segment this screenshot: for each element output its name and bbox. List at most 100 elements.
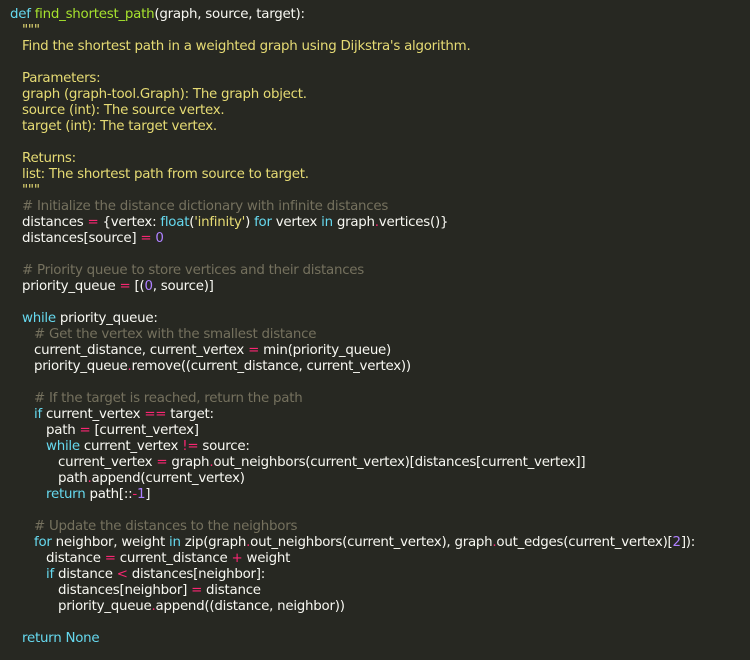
code-text: out_neighbors(current_vertex)[distances[…: [213, 455, 586, 470]
string-literal: 'infinity': [194, 215, 246, 230]
code-text: out_neighbors(current_vertex), graph: [250, 535, 493, 550]
code-line: target (int): The target vertex.: [0, 119, 750, 135]
code-text: [current_vertex]: [90, 423, 199, 438]
function-name: find_shortest_path: [34, 7, 155, 22]
code-text: vertices()}: [378, 215, 449, 230]
keyword: if: [46, 567, 54, 582]
operator: =: [156, 455, 168, 470]
comment: # Get the vertex with the smallest dista…: [34, 327, 317, 342]
code-line: """: [0, 183, 750, 199]
code-text: target:: [166, 407, 214, 422]
keyword: while: [22, 311, 56, 326]
operator: !=: [182, 439, 199, 454]
number-literal: 2: [672, 535, 682, 550]
code-text: ): [245, 215, 255, 230]
docstring: Returns:: [22, 151, 76, 166]
code-text: priority_queue:: [55, 311, 158, 326]
code-line: # Update the distances to the neighbors: [0, 519, 750, 535]
code-text: distances[neighbor]:: [127, 567, 266, 582]
operator: =: [119, 279, 131, 294]
code-text: path: [58, 471, 88, 486]
docstring: Find the shortest path in a weighted gra…: [22, 39, 471, 54]
operator: =: [140, 231, 152, 246]
code-line: Find the shortest path in a weighted gra…: [0, 39, 750, 55]
code-line: graph (graph-tool.Graph): The graph obje…: [0, 87, 750, 103]
docstring: """: [22, 183, 40, 198]
code-text: path[::: [85, 487, 133, 502]
code-text: , source)]: [152, 279, 214, 294]
comment: # If the target is reached, return the p…: [34, 391, 303, 406]
code-line: path = [current_vertex]: [0, 423, 750, 439]
code-text: {vertex:: [98, 215, 161, 230]
operator: =: [79, 423, 91, 438]
code-text: current_distance, current_vertex: [34, 343, 249, 358]
code-text: current_distance: [115, 551, 232, 566]
keyword: None: [65, 631, 100, 646]
keyword: float: [160, 215, 190, 230]
code-line: if distance < distances[neighbor]:: [0, 567, 750, 583]
docstring: Parameters:: [22, 71, 101, 86]
keyword: return: [22, 631, 62, 646]
code-line: # Get the vertex with the smallest dista…: [0, 327, 750, 343]
code-line: path.append(current_vertex): [0, 471, 750, 487]
code-text: distances[neighbor]: [58, 583, 192, 598]
code-text: [(: [130, 279, 145, 294]
code-text: out_edges(current_vertex)[: [496, 535, 673, 550]
number-literal: 0: [144, 279, 153, 294]
code-line: # Priority queue to store vertices and t…: [0, 263, 750, 279]
code-line: return path[::-1]: [0, 487, 750, 503]
keyword: in: [321, 215, 333, 230]
code-line: """: [0, 23, 750, 39]
code-editor[interactable]: def find_shortest_path(graph, source, ta…: [0, 0, 750, 660]
code-text: distance: [202, 583, 261, 598]
keyword: return: [46, 487, 86, 502]
comment: # Initialize the distance dictionary wit…: [22, 199, 389, 214]
code-line: current_vertex = graph.out_neighbors(cur…: [0, 455, 750, 471]
docstring: source (int): The source vertex.: [22, 103, 225, 118]
code-text: current_vertex: [41, 407, 145, 422]
operator: =: [87, 215, 99, 230]
comment: # Update the distances to the neighbors: [34, 519, 298, 534]
keyword: for: [254, 215, 272, 230]
code-line: list: The shortest path from source to t…: [0, 167, 750, 183]
code-line: return None: [0, 631, 750, 647]
operator: =: [191, 583, 203, 598]
code-text: min(priority_queue): [259, 343, 392, 358]
number-literal: 0: [155, 231, 164, 246]
keyword: for: [34, 535, 52, 550]
code-text: remove((current_distance, current_vertex…: [131, 359, 411, 374]
code-line: # If the target is reached, return the p…: [0, 391, 750, 407]
operator: <: [116, 567, 128, 582]
code-text: graph: [332, 215, 375, 230]
code-text: priority_queue: [58, 599, 152, 614]
code-text: distances: [22, 215, 88, 230]
code-line: Parameters:: [0, 71, 750, 87]
docstring: graph (graph-tool.Graph): The graph obje…: [22, 87, 307, 102]
code-line: current_distance, current_vertex = min(p…: [0, 343, 750, 359]
code-line: Returns:: [0, 151, 750, 167]
comment: # Priority queue to store vertices and t…: [22, 263, 365, 278]
code-text: distance: [53, 567, 117, 582]
code-text: zip(graph: [180, 535, 247, 550]
code-line: def find_shortest_path(graph, source, ta…: [0, 7, 750, 23]
code-line: distances = {vertex: float('infinity') f…: [0, 215, 750, 231]
code-text: priority_queue: [34, 359, 128, 374]
docstring: list: The shortest path from source to t…: [22, 167, 309, 182]
code-line: priority_queue.append((distance, neighbo…: [0, 599, 750, 615]
docstring: target (int): The target vertex.: [22, 119, 217, 134]
docstring: """: [22, 23, 40, 38]
code-text: weight: [242, 551, 291, 566]
code-line: # Initialize the distance dictionary wit…: [0, 199, 750, 215]
code-text: graph: [167, 455, 210, 470]
code-text: append((distance, neighbor)): [155, 599, 345, 614]
keyword: if: [34, 407, 42, 422]
code-line: while current_vertex != source:: [0, 439, 750, 455]
code-text: distances[source]: [22, 231, 141, 246]
code-text: vertex: [271, 215, 322, 230]
code-text: (graph, source, target):: [154, 7, 305, 22]
code-line: for neighbor, weight in zip(graph.out_ne…: [0, 535, 750, 551]
code-line: while priority_queue:: [0, 311, 750, 327]
